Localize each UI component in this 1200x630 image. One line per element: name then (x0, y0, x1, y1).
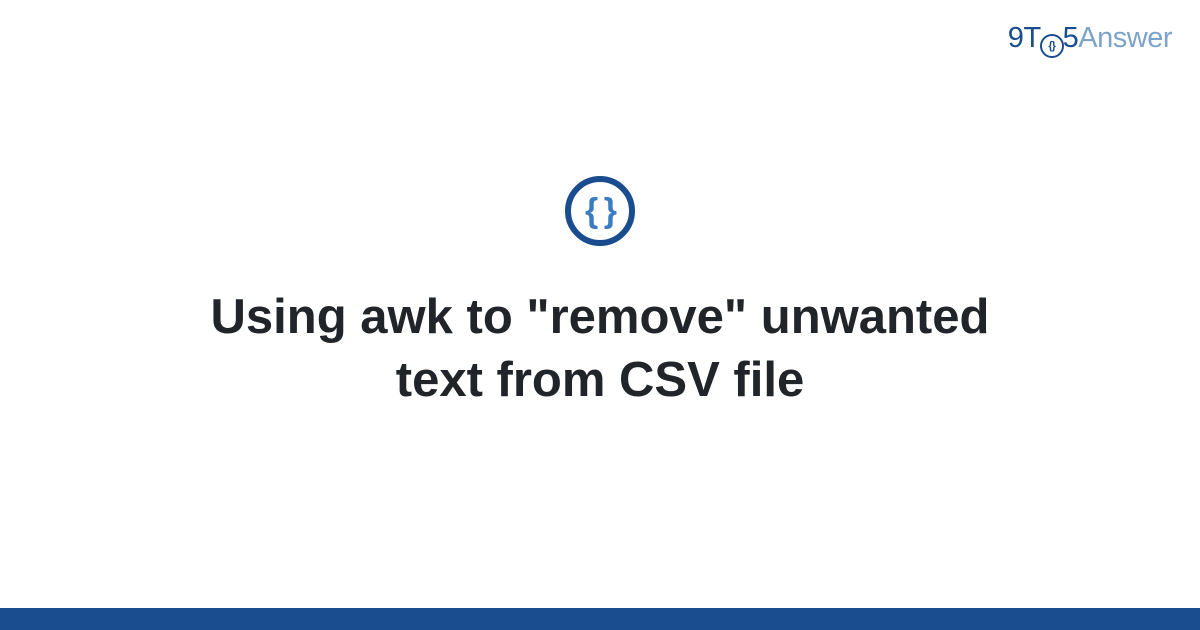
bottom-accent-bar (0, 608, 1200, 630)
code-badge-symbol: { } (585, 192, 615, 231)
code-badge-icon: { } (565, 176, 635, 246)
main-content: { } Using awk to "remove" unwanted text … (0, 0, 1200, 608)
page-title: Using awk to "remove" unwanted text from… (140, 286, 1060, 411)
